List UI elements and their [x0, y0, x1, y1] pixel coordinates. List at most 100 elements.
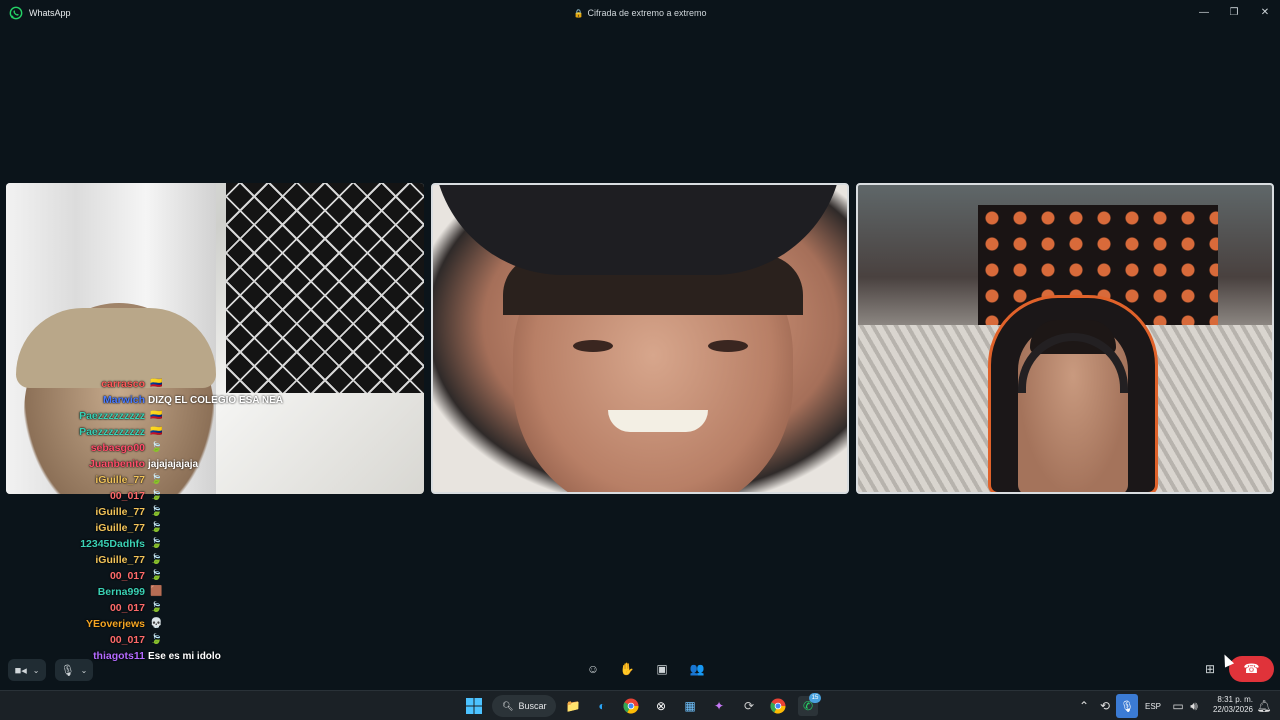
windows-logo-icon	[466, 698, 482, 714]
windows-taskbar: 🔍︎ Buscar 📁 ◐ ⊗ ▦ ✦ ⟳ ✆ ⌃ ⟲ 🎙 ESP ▭ 🔊︎ 8:…	[0, 690, 1280, 720]
participants-button[interactable]: 👥	[686, 658, 708, 680]
chat-message-text: jajajajajaja	[148, 458, 199, 470]
video-tile-participant-2[interactable]	[431, 183, 849, 494]
flag-badge-icon: 🇨🇴	[150, 410, 163, 421]
chat-message: Paezzzzzzzzz 🇨🇴	[0, 424, 300, 440]
share-screen-button[interactable]: ▣	[651, 658, 673, 680]
xbox-icon[interactable]: ⊗	[651, 696, 671, 716]
chrome-profile-icon[interactable]	[768, 696, 788, 716]
participant-smile	[608, 410, 708, 432]
chat-username: Paezzzzzzzzz	[79, 410, 145, 422]
chat-username: 00_017	[109, 490, 145, 502]
encryption-notice: 🔒 Cifrada de extremo a extremo	[0, 8, 1280, 18]
taskbar-search[interactable]: 🔍︎ Buscar	[492, 695, 556, 717]
system-clock[interactable]: 8:31 p. m. 22/03/2026	[1205, 695, 1253, 715]
chat-message: YEoverjews 💀	[0, 616, 300, 632]
emoji-reaction-button[interactable]: ☺	[582, 658, 604, 680]
lock-icon: 🔒	[573, 9, 584, 18]
leaf-badge-icon: 🍃	[150, 474, 163, 485]
microphone-icon: 🎙	[60, 664, 75, 677]
chat-username: 00_017	[109, 602, 145, 614]
chat-username: Marwich	[102, 394, 145, 406]
chat-username: 12345Dadhfs	[80, 538, 145, 550]
chat-message: 00_017 🍃	[0, 488, 300, 504]
chrome-icon[interactable]	[621, 696, 641, 716]
edge-browser-icon[interactable]: ◐	[592, 696, 612, 716]
leaf-badge-icon: 🍃	[150, 554, 163, 565]
photos-icon[interactable]: ▦	[680, 696, 700, 716]
emoji-icon: ☺	[586, 662, 600, 676]
search-label: Buscar	[518, 701, 547, 711]
microphone-in-use-icon[interactable]: 🎙	[1116, 694, 1138, 718]
language-indicator[interactable]: ESP	[1145, 702, 1161, 711]
chat-username: Paezzzzzzzzz	[79, 426, 145, 438]
participants-icon: 👥	[689, 662, 705, 676]
chat-message: iGuille_77 🍃	[0, 552, 300, 568]
whatsapp-unread-badge: 15	[809, 693, 821, 703]
chat-message: sebasgo00 🍃	[0, 440, 300, 456]
video-tile-participant-3[interactable]	[856, 183, 1274, 494]
minimize-button[interactable]: —	[1189, 3, 1219, 21]
flag-badge-icon: 🇨🇴	[150, 426, 163, 437]
camera-toggle-button[interactable]: ■◂ ⌄	[8, 659, 46, 681]
close-button[interactable]: ✕	[1250, 3, 1280, 21]
chat-username: carrasco	[101, 378, 145, 390]
layout-icon: ⊞	[1204, 662, 1216, 676]
chat-username: iGuille_77	[95, 474, 145, 486]
maximize-button[interactable]: ❐	[1219, 3, 1249, 21]
chat-username: iGuille_77	[95, 522, 145, 534]
raise-hand-button[interactable]: ✋	[616, 658, 638, 680]
chat-message: iGuille_77 🍃	[0, 504, 300, 520]
chat-message: Paezzzzzzzzz 🇨🇴	[0, 408, 300, 424]
notifications-icon[interactable]: 🔔︎	[1254, 696, 1274, 716]
restore-icon: ❐	[1229, 6, 1239, 18]
chat-message: 12345Dadhfs 🍃	[0, 536, 300, 552]
app-icon[interactable]: ⟳	[739, 696, 759, 716]
start-button[interactable]	[464, 696, 484, 716]
chat-message: carrasco 🇨🇴	[0, 376, 300, 392]
title-bar: WhatsApp 🔒 Cifrada de extremo a extremo —…	[0, 0, 1280, 28]
show-hidden-icons-icon[interactable]: ⌃	[1074, 696, 1094, 716]
leaf-badge-icon: 🍃	[150, 634, 163, 645]
microphone-toggle-button[interactable]: 🎙 ⌄	[55, 659, 93, 681]
leaf-badge-icon: 🍃	[150, 538, 163, 549]
chat-username: 00_017	[109, 570, 145, 582]
skull-badge-icon: 💀	[150, 618, 163, 629]
layout-button[interactable]: ⊞	[1200, 659, 1220, 679]
chat-message: iGuille_77 🍃	[0, 472, 300, 488]
chat-message: Marwich DIZQ EL COLEGIO ESA NEA	[0, 392, 300, 408]
chat-message: Juanbenito jajajajajaja	[0, 456, 300, 472]
sync-icon[interactable]: ⟲	[1095, 696, 1115, 716]
chat-message: Berna999 🟫	[0, 584, 300, 600]
video-background-net	[226, 183, 424, 393]
leaf-badge-icon: 🍃	[150, 490, 163, 501]
chat-message: 00_017 🍃	[0, 600, 300, 616]
chevron-down-icon: ⌄	[80, 665, 88, 675]
raise-hand-icon: ✋	[619, 662, 635, 676]
clock-time: 8:31 p. m.	[1217, 695, 1253, 704]
chevron-down-icon: ⌄	[32, 665, 40, 675]
clock-date: 22/03/2026	[1212, 705, 1253, 714]
chat-message: 00_017 🍃	[0, 568, 300, 584]
leaf-badge-icon: 🍃	[150, 602, 163, 613]
end-call-button[interactable]: ☎	[1229, 656, 1274, 682]
chat-message: iGuille_77 🍃	[0, 520, 300, 536]
copilot-icon[interactable]: ✦	[709, 696, 729, 716]
chat-username: iGuille_77	[95, 554, 145, 566]
chat-username: sebasgo00	[90, 442, 145, 454]
close-icon: ✕	[1260, 6, 1270, 18]
file-explorer-icon[interactable]: 📁	[563, 696, 583, 716]
chat-username: Juanbenito	[88, 458, 145, 470]
chat-username: Berna999	[97, 586, 145, 598]
leaf-badge-icon: 🍃	[150, 506, 163, 517]
minimize-icon: —	[1199, 6, 1209, 18]
chat-username: thiagots11	[93, 650, 145, 662]
chat-username: iGuille_77	[95, 506, 145, 518]
leaf-badge-icon: 🍃	[150, 442, 163, 453]
emote-badge-icon: 🟫	[150, 586, 163, 597]
participant-eye	[573, 340, 613, 352]
leaf-badge-icon: 🍃	[150, 522, 163, 533]
share-screen-icon: ▣	[656, 662, 668, 676]
encryption-text: Cifrada de extremo a extremo	[587, 8, 707, 18]
volume-icon[interactable]: 🔊︎	[1184, 696, 1204, 716]
